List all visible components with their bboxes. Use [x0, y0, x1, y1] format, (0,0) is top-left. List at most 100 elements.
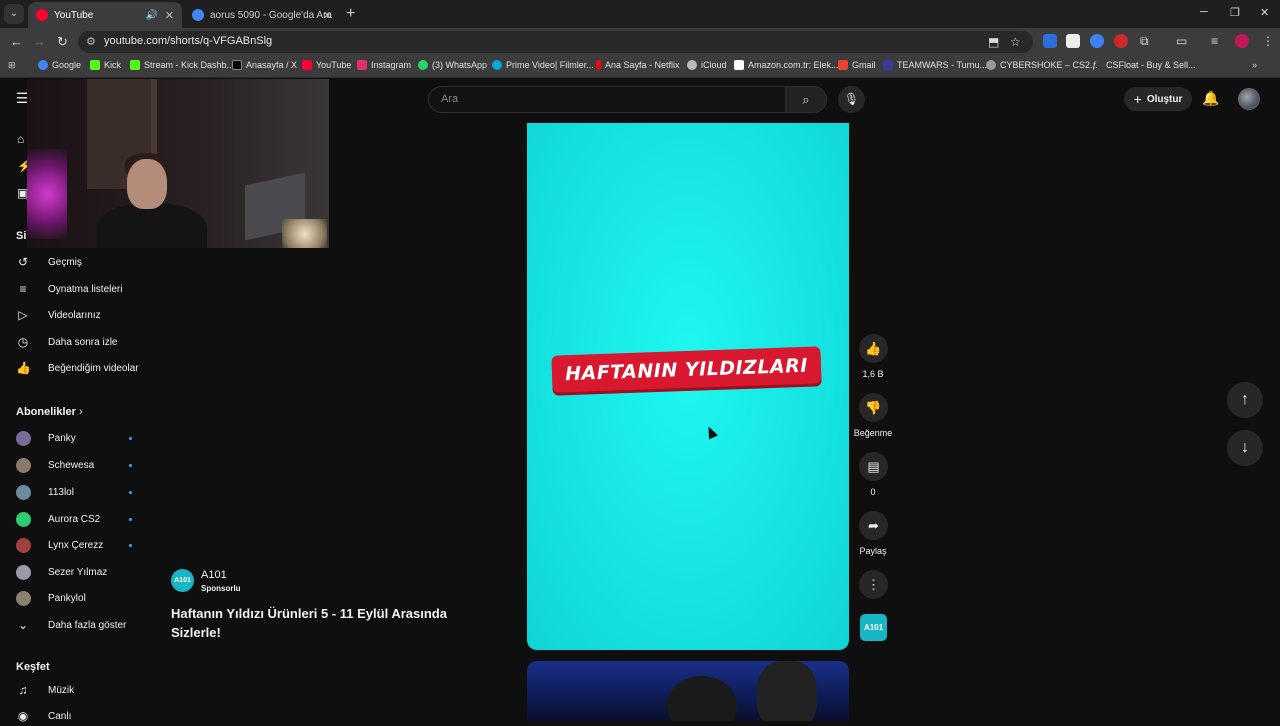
sidebar-item-music[interactable]: ♫ Müzik — [16, 680, 156, 700]
browser-menu-icon[interactable]: ⋮ — [1262, 34, 1274, 48]
extension-icon[interactable] — [1090, 34, 1104, 48]
close-tab-icon[interactable]: ✕ — [323, 9, 332, 22]
tab-search-button[interactable]: ⌄ — [4, 4, 24, 24]
site-info-icon[interactable]: ⚙ — [86, 35, 96, 48]
create-button[interactable]: + Oluştur — [1124, 87, 1192, 111]
more-options-button[interactable]: ⋮ — [859, 570, 888, 599]
google-icon — [38, 60, 48, 70]
bookmark-item[interactable]: Instagram — [357, 60, 411, 70]
address-bar[interactable]: ⚙ youtube.com/shorts/q-VFGABnSlg ⬒ ☆ — [78, 31, 1033, 53]
comments-button[interactable]: ▤ — [859, 452, 888, 481]
extension-icon[interactable] — [1066, 34, 1080, 48]
banner: HAFTANIN YILDIZLARI — [551, 346, 822, 393]
subscription-item[interactable]: Panky — [16, 428, 136, 448]
new-content-dot — [129, 491, 132, 494]
subscription-item[interactable]: Schewesa — [16, 455, 136, 475]
tab-google-search[interactable]: aorus 5090 - Google'da Ara ✕ — [184, 2, 340, 28]
extension-icon[interactable] — [1043, 34, 1057, 48]
sponsor-logo[interactable]: A101 — [171, 569, 194, 592]
comment-icon: ▤ — [867, 459, 880, 474]
subscription-item[interactable]: Sezer Yılmaz — [16, 562, 136, 582]
reload-icon[interactable]: ↻ — [57, 34, 68, 50]
extension-icon[interactable] — [1114, 34, 1128, 48]
search-icon: ⌕ — [802, 92, 810, 107]
figure — [667, 676, 737, 721]
subscriptions-title[interactable]: Abonelikler › — [16, 406, 83, 418]
youtube-icon — [302, 60, 312, 70]
profile-avatar-icon[interactable] — [1235, 34, 1249, 48]
apps-grid-icon[interactable]: ⊞ — [8, 60, 16, 71]
short-video-player[interactable]: HAFTANIN YILDIZLARI — [527, 123, 849, 650]
bookmark-item[interactable]: TEAMWARS - Turnu... — [883, 60, 987, 70]
next-short-preview[interactable] — [527, 661, 849, 721]
bookmark-item[interactable]: YouTube — [302, 60, 351, 70]
bookmark-item[interactable]: iCloud — [687, 60, 727, 70]
more-bookmarks-icon[interactable]: » — [1252, 60, 1257, 70]
audio-playing-icon[interactable]: 🔊 — [146, 10, 158, 21]
bookmark-item[interactable]: (3) WhatsApp — [418, 60, 487, 70]
sidebar-item-liked-videos[interactable]: 👍 Beğendiğim videolar — [16, 358, 156, 378]
restore-icon[interactable]: ❐ — [1230, 6, 1240, 19]
bookmark-item[interactable]: CYBERSHOKE – CS2... — [986, 60, 1098, 70]
more-vertical-icon: ⋮ — [867, 577, 880, 592]
sponsor-name[interactable]: A101 — [201, 569, 227, 581]
minimize-icon[interactable]: ─ — [1200, 6, 1208, 18]
extensions-puzzle-icon[interactable]: ⧉ — [1140, 34, 1149, 49]
show-more-button[interactable]: ⌄ Daha fazla göster — [16, 615, 156, 635]
like-button[interactable]: 👍 — [859, 334, 888, 363]
close-tab-icon[interactable]: ✕ — [165, 9, 174, 22]
bookmark-item[interactable]: Amazon.com.tr: Elek... — [734, 60, 839, 70]
subscription-item[interactable]: Lynx Çerezz — [16, 535, 136, 555]
bookmark-item[interactable]: Prime Video| Filmler... — [492, 60, 594, 70]
streamer-body — [97, 204, 207, 248]
whatsapp-icon — [418, 60, 428, 70]
bookmark-item[interactable]: Kick — [90, 60, 121, 70]
sidebar-item-history[interactable]: ↺ Geçmiş — [16, 252, 156, 272]
search-button[interactable]: ⌕ — [786, 86, 827, 113]
voice-search-button[interactable]: 🎙 — [838, 86, 865, 113]
channel-thumbnail[interactable]: A101 — [860, 614, 887, 641]
subscription-item[interactable]: Pankylol — [16, 588, 136, 608]
media-control-icon[interactable]: ≡ — [1211, 34, 1218, 48]
microphone-icon: 🎙 — [843, 92, 860, 106]
like-count: 1,6 B — [862, 369, 884, 379]
back-icon[interactable]: ← — [10, 34, 23, 49]
bookmark-item[interactable]: Gmail — [838, 60, 876, 70]
tab-title: aorus 5090 - Google'da Ara — [210, 9, 332, 21]
subscription-item[interactable]: Aurora CS2 — [16, 509, 136, 529]
dislike-button[interactable]: 👎 — [859, 393, 888, 422]
channel-avatar — [16, 484, 31, 500]
new-tab-button[interactable]: + — [346, 5, 355, 23]
channel-avatar — [16, 511, 31, 527]
search-input[interactable]: Ara — [428, 86, 786, 113]
bookmark-item[interactable]: Stream - Kick Dashb... — [130, 60, 234, 70]
plus-icon: + — [1133, 91, 1142, 107]
bookmark-item[interactable]: ƒ CSFloat - Buy & Sell... — [1092, 60, 1196, 70]
subscription-item[interactable]: 113lol — [16, 482, 136, 502]
bookmark-item[interactable]: Google — [38, 60, 81, 70]
side-panel-icon[interactable]: ▭ — [1176, 34, 1187, 48]
next-short-button[interactable]: ↓ — [1227, 430, 1263, 466]
notifications-bell-icon[interactable]: 🔔 — [1202, 90, 1219, 107]
live-icon: ◉ — [17, 709, 29, 723]
sidebar-item-playlists[interactable]: ≡ Oynatma listeleri — [16, 279, 156, 299]
dislike-label: Beğenme — [853, 428, 893, 438]
share-button[interactable]: ➦ — [859, 511, 888, 540]
previous-short-button[interactable]: ↑ — [1227, 382, 1263, 418]
sidebar-item-live[interactable]: ◉ Canlı — [16, 706, 156, 726]
streamer-face — [127, 159, 167, 209]
sidebar-item-your-videos[interactable]: ▷ Videolarınız — [16, 305, 156, 325]
you-section-title[interactable]: Si — [16, 230, 26, 242]
home-icon[interactable]: ⌂ — [17, 132, 24, 146]
your-videos-icon: ▷ — [18, 308, 28, 322]
window-close-icon[interactable]: ✕ — [1260, 6, 1269, 19]
bookmark-item[interactable]: Ana Sayfa - Netflix — [596, 60, 680, 70]
tab-youtube[interactable]: YouTube 🔊 ✕ — [28, 2, 182, 28]
account-avatar[interactable] — [1238, 88, 1260, 110]
ad-title[interactable]: Haftanın Yıldızı Ürünleri 5 - 11 Eylül A… — [171, 604, 471, 642]
bookmark-star-icon[interactable]: ☆ — [1010, 35, 1021, 49]
forward-icon[interactable]: → — [33, 34, 46, 49]
bookmark-item[interactable]: Anasayfa / X — [232, 60, 297, 70]
install-app-icon[interactable]: ⬒ — [988, 35, 999, 49]
sidebar-item-watch-later[interactable]: ◷ Daha sonra izle — [16, 332, 156, 352]
